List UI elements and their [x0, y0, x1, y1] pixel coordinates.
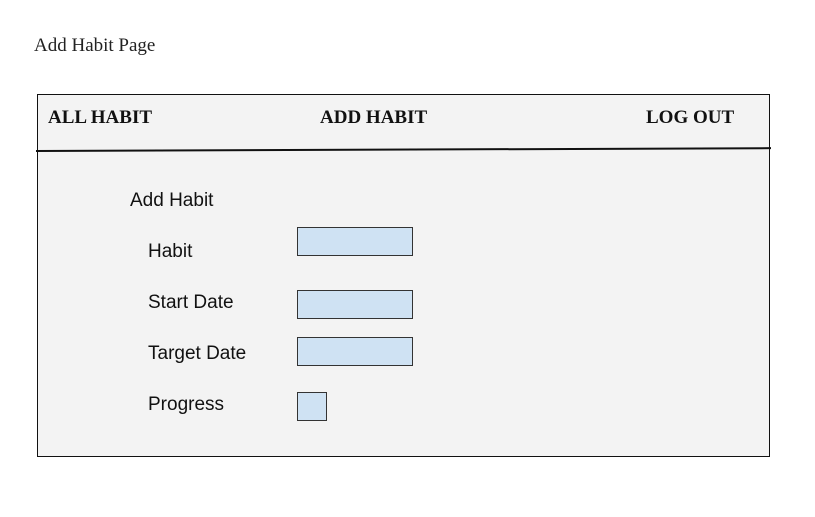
- target-date-label: Target Date: [148, 343, 247, 364]
- nav-add-habit-link[interactable]: ADD HABIT: [320, 107, 427, 129]
- nav-log-out-link[interactable]: LOG OUT: [646, 107, 734, 129]
- target-date-input[interactable]: [297, 337, 413, 366]
- progress-input[interactable]: [297, 392, 327, 421]
- nav-all-habit-link[interactable]: ALL HABIT: [48, 107, 152, 129]
- page-caption: Add Habit Page: [34, 35, 156, 56]
- habit-input[interactable]: [297, 227, 413, 256]
- start-date-label: Start Date: [148, 292, 234, 313]
- habit-label: Habit: [148, 241, 193, 262]
- start-date-input[interactable]: [297, 290, 413, 319]
- progress-label: Progress: [148, 394, 225, 415]
- form-title: Add Habit: [130, 190, 214, 211]
